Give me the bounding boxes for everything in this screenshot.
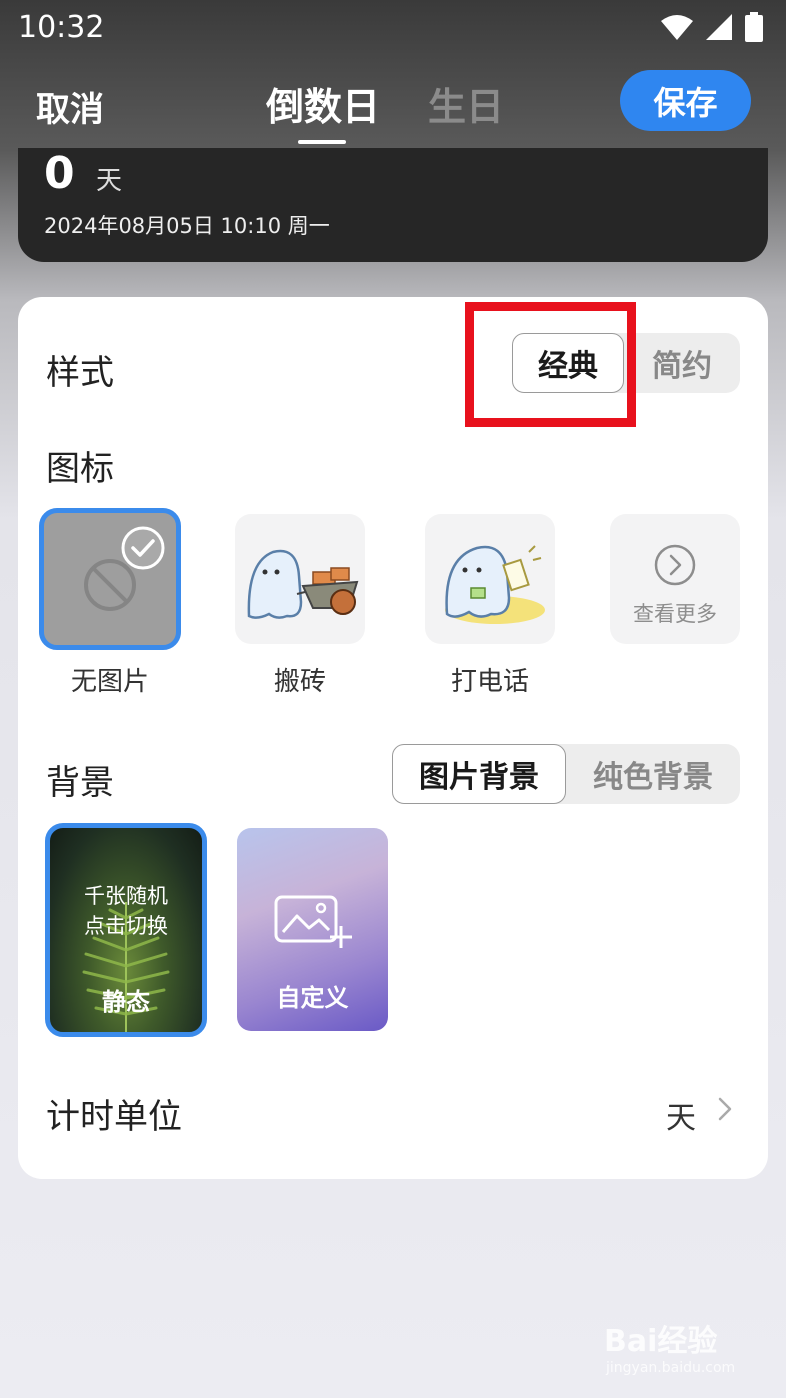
icon-option-brick[interactable] — [235, 514, 365, 644]
icon-caption-brick: 搬砖 — [273, 667, 326, 697]
timer-unit-value: 天 — [666, 1101, 696, 1136]
more-icons-label: 查看更多 — [633, 602, 717, 626]
custom-title: 自定义 — [276, 984, 349, 1012]
background-option-static[interactable]: 千张随机 点击切换 静态 — [45, 823, 207, 1037]
status-icons — [660, 12, 764, 46]
style-option-simple[interactable]: 简约 — [624, 333, 740, 393]
icon-caption-none: 无图片 — [70, 667, 149, 697]
save-button[interactable]: 保存 — [620, 70, 751, 131]
static-line1: 千张随机 — [84, 884, 168, 908]
tab-countdown[interactable]: 倒数日 — [266, 76, 380, 131]
status-bar: 10:32 — [0, 0, 786, 56]
style-label: 样式 — [46, 353, 114, 393]
watermark-url: jingyan.baidu.com — [606, 1360, 736, 1376]
settings-panel: 样式 经典 简约 图标 无图片 搬砖 打电话 查看更多 背景 图片背景 纯色背景… — [18, 297, 768, 1179]
countdown-preview-card: 0 天 2024年08月05日 10:10 周一 — [18, 148, 768, 262]
style-segmented-control: 经典 简约 — [512, 333, 740, 393]
background-option-image[interactable]: 图片背景 — [392, 744, 566, 804]
ghost-cart-icon — [243, 542, 361, 626]
icon-caption-phone: 打电话 — [450, 667, 529, 697]
icon-label: 图标 — [46, 449, 114, 489]
chevron-right-icon — [718, 1097, 732, 1125]
icon-option-none[interactable] — [39, 508, 181, 650]
add-image-icon — [273, 894, 353, 954]
check-icon — [120, 525, 166, 575]
battery-icon — [744, 12, 764, 46]
wifi-icon — [660, 13, 694, 45]
days-count: 0 — [44, 148, 75, 199]
top-nav: 取消 倒数日 生日 保存 — [0, 60, 786, 144]
static-title: 静态 — [102, 988, 150, 1016]
timer-unit-label: 计时单位 — [46, 1097, 182, 1137]
tab-birthday[interactable]: 生日 — [428, 76, 504, 131]
icon-option-phone[interactable] — [425, 514, 555, 644]
background-option-custom[interactable]: 自定义 — [237, 828, 388, 1031]
static-line2: 点击切换 — [84, 914, 168, 938]
background-option-solid[interactable]: 纯色背景 — [566, 744, 740, 804]
more-icons-button[interactable]: 查看更多 — [610, 514, 740, 644]
cancel-button[interactable]: 取消 — [36, 82, 104, 131]
target-date: 2024年08月05日 10:10 周一 — [44, 214, 330, 238]
background-label: 背景 — [46, 763, 114, 803]
timer-unit-row[interactable]: 计时单位 天 — [18, 1067, 768, 1157]
background-segmented-control: 图片背景 纯色背景 — [392, 744, 740, 804]
active-tab-indicator — [298, 140, 346, 144]
style-option-classic[interactable]: 经典 — [512, 333, 624, 393]
signal-icon — [704, 13, 734, 45]
status-time: 10:32 — [18, 10, 105, 45]
chevron-right-circle-icon — [654, 544, 696, 590]
days-unit: 天 — [96, 166, 123, 196]
ghost-phone-icon — [437, 532, 547, 632]
watermark: Bai经验 — [604, 1324, 718, 1359]
